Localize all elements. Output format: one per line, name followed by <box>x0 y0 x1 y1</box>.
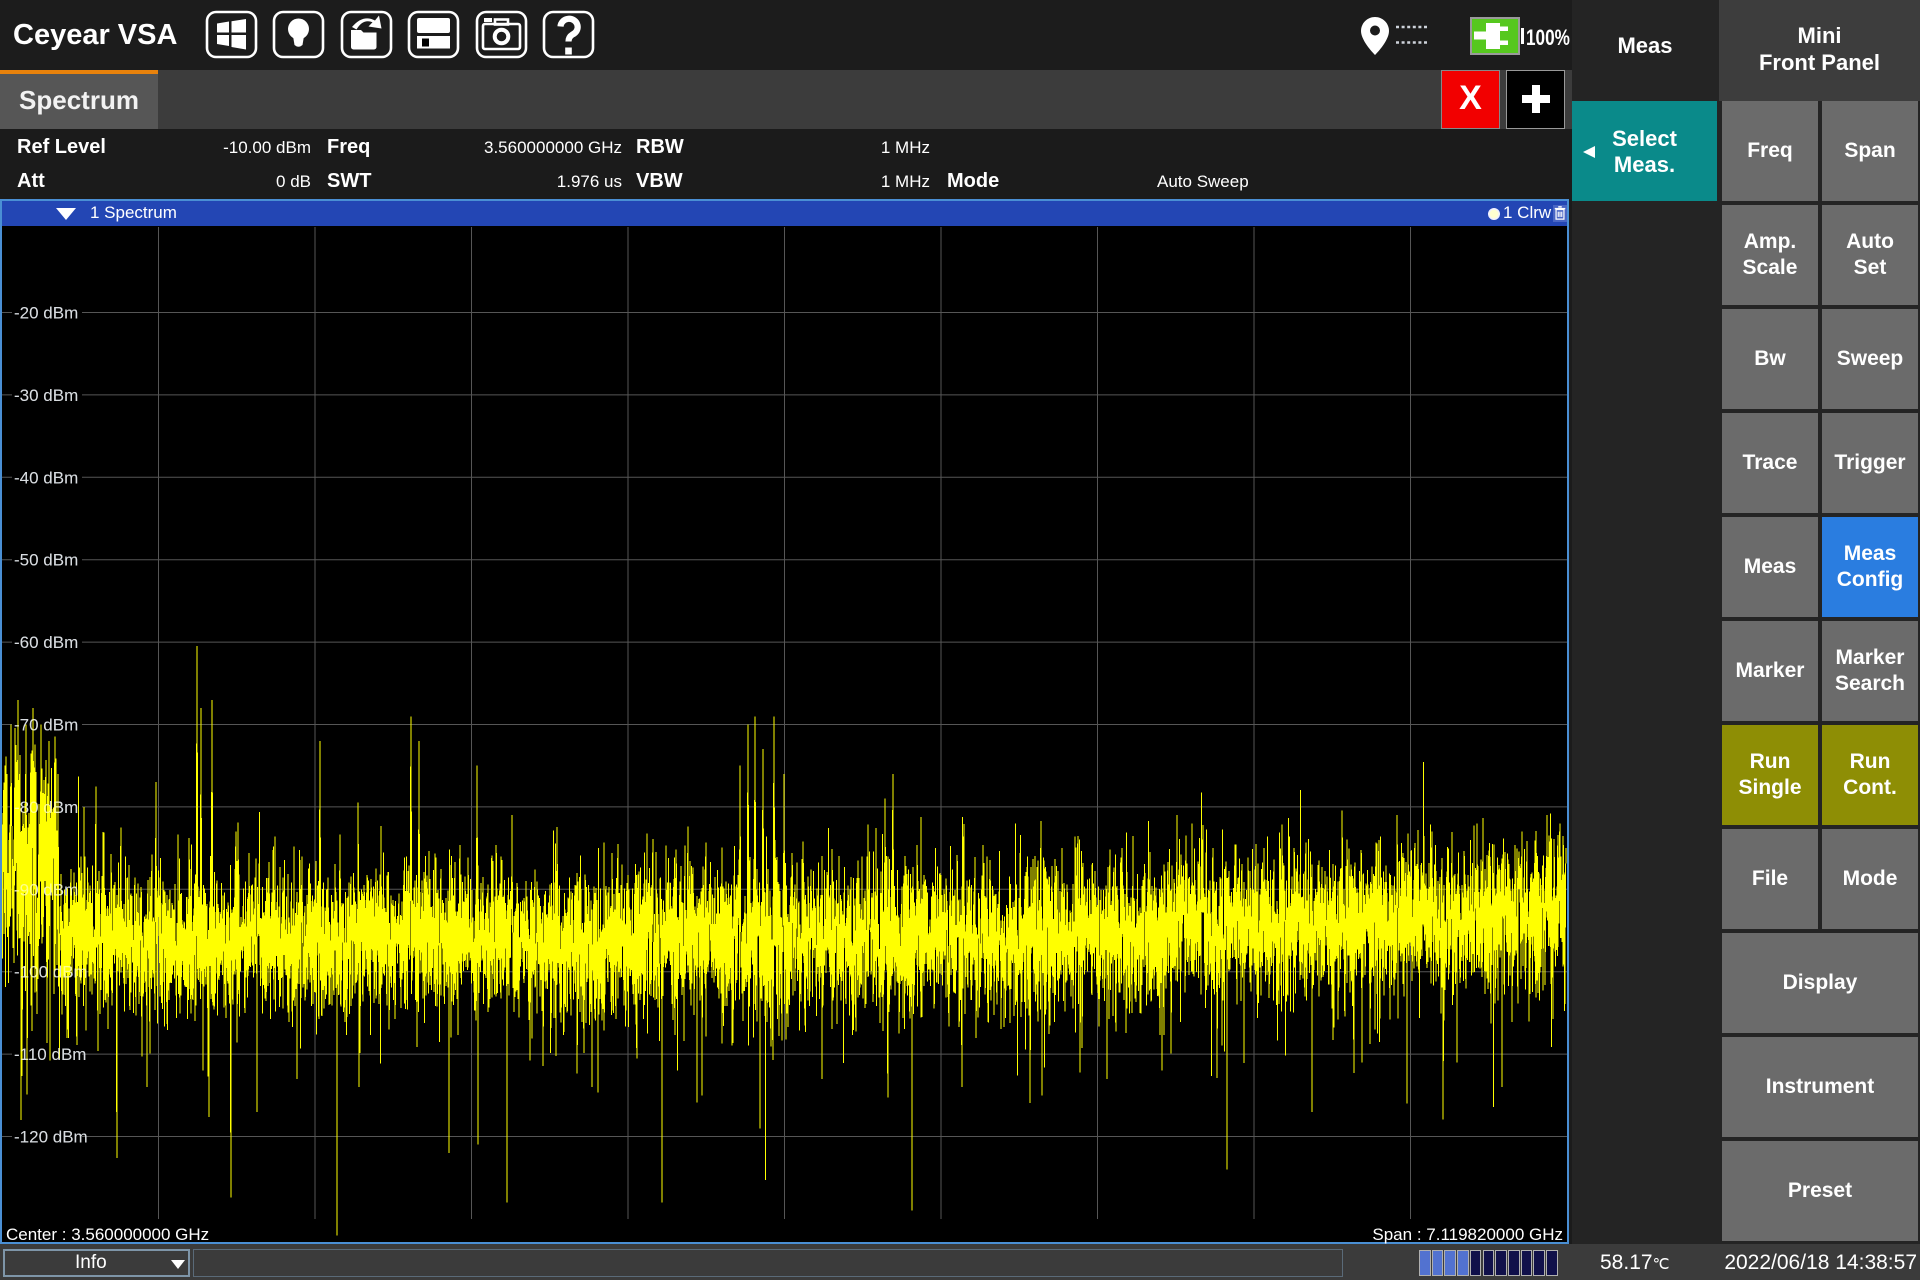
svg-text:Span : 7.119820000 GHz: Span : 7.119820000 GHz <box>1372 1225 1563 1244</box>
svg-text:-40 dBm: -40 dBm <box>14 468 78 487</box>
svg-text:-90 dBm: -90 dBm <box>14 880 78 899</box>
svg-text:-50 dBm: -50 dBm <box>14 551 78 570</box>
svg-text:-80 dBm: -80 dBm <box>14 798 78 817</box>
svg-text:-120 dBm: -120 dBm <box>14 1128 88 1147</box>
svg-text:-110 dBm: -110 dBm <box>14 1045 86 1064</box>
svg-text:-60 dBm: -60 dBm <box>14 633 78 652</box>
svg-text:Center : 3.560000000 GHz: Center : 3.560000000 GHz <box>6 1225 209 1244</box>
svg-text:-100 dBm: -100 dBm <box>14 963 88 982</box>
svg-text:-70 dBm: -70 dBm <box>14 716 78 735</box>
svg-text:-20 dBm: -20 dBm <box>14 304 78 323</box>
svg-text:-30 dBm: -30 dBm <box>14 386 78 405</box>
